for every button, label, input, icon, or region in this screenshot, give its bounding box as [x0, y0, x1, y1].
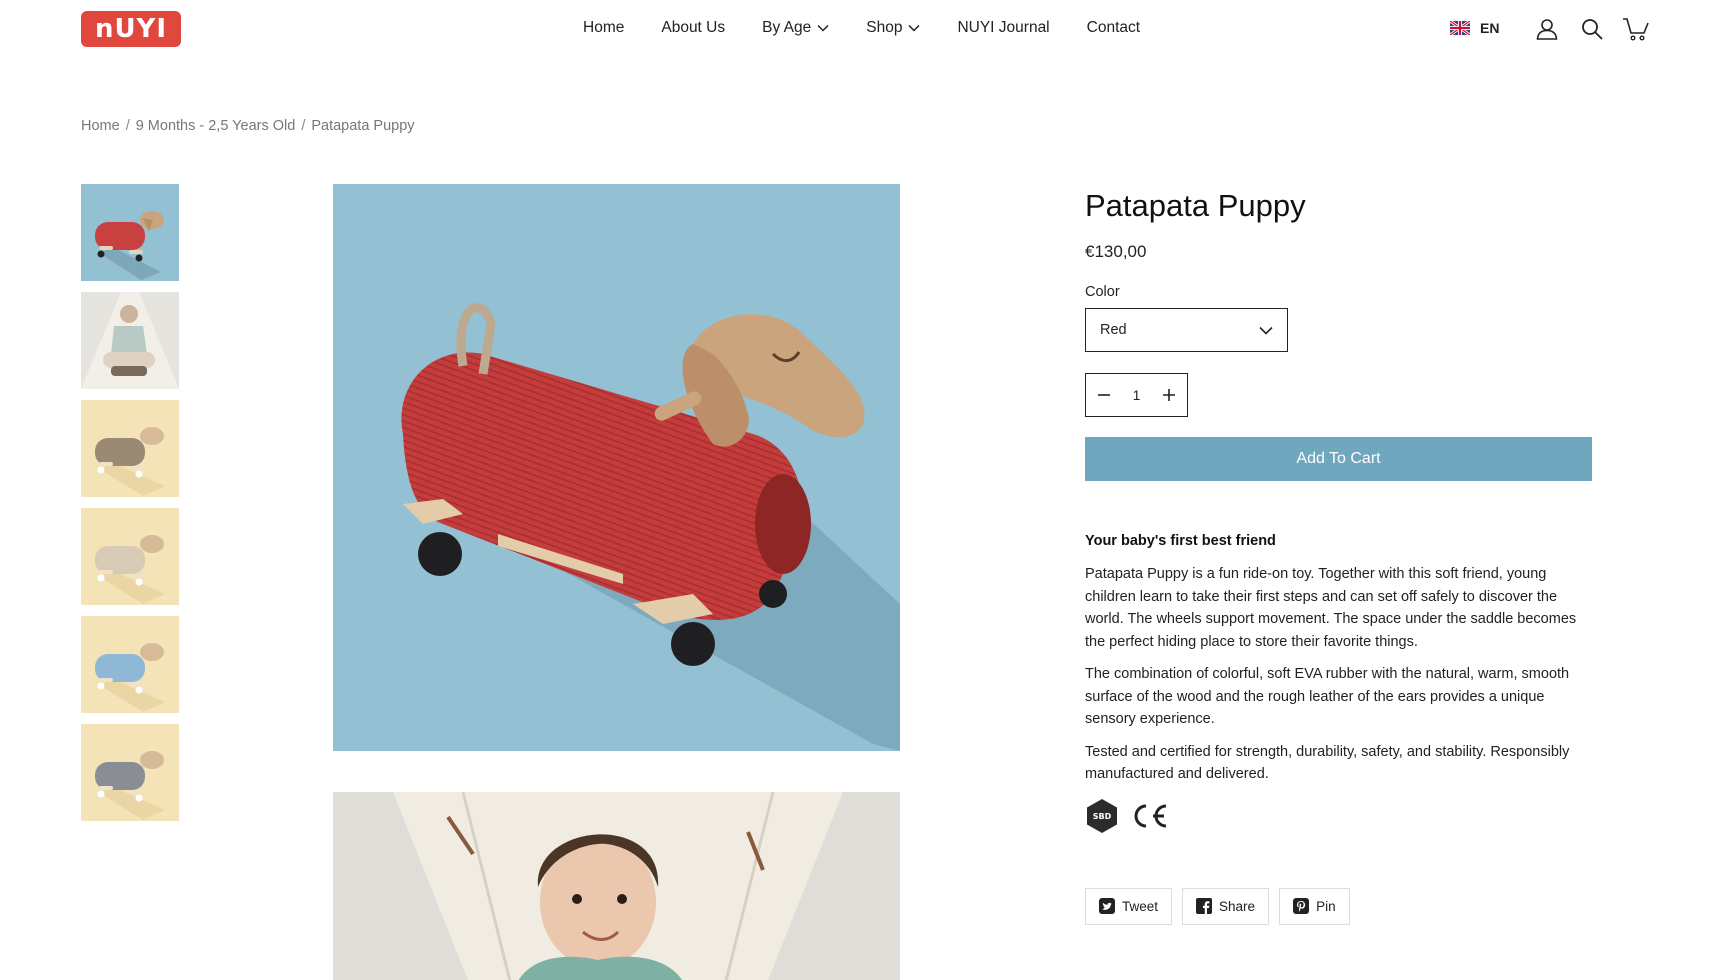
description-paragraph: Patapata Puppy is a fun ride-on toy. Tog…: [1085, 566, 1577, 650]
nav-journal[interactable]: NUYI Journal: [957, 19, 1049, 37]
product-title: Patapata Puppy: [1085, 188, 1306, 223]
nav-contact-label: Contact: [1086, 19, 1141, 36]
thumbnail-red[interactable]: [81, 184, 179, 281]
logo-text: nUYI: [94, 14, 168, 44]
thumbnail-blue[interactable]: [81, 616, 179, 713]
quantity-decrease-button[interactable]: [1094, 385, 1114, 405]
product-price: €130,00: [1085, 242, 1147, 261]
chevron-down-icon: [908, 24, 920, 32]
main-product-image[interactable]: [333, 184, 900, 751]
description-heading: Your baby's first best friend: [1085, 533, 1276, 549]
facebook-share-button[interactable]: Share: [1182, 887, 1270, 925]
pinterest-icon: [1293, 898, 1310, 914]
tweet-button[interactable]: Tweet: [1085, 887, 1173, 925]
twitter-icon: [1099, 898, 1115, 914]
breadcrumb-category[interactable]: 9 Months - 2,5 Years Old: [136, 118, 296, 134]
nav-journal-label: NUYI Journal: [957, 19, 1050, 36]
nav-shop[interactable]: Shop: [866, 19, 920, 37]
sbd-certification-icon: SBD: [1087, 798, 1117, 833]
certifications: SBD CE: [1085, 798, 1593, 834]
account-icon[interactable]: [1535, 17, 1559, 41]
breadcrumb: Home / 9 Months - 2,5 Years Old / Patapa…: [81, 118, 415, 134]
secondary-product-image[interactable]: [333, 792, 900, 980]
color-select[interactable]: Red: [1085, 308, 1288, 352]
share-buttons: Tweet Share Pin: [1085, 887, 1593, 925]
color-select-value: Red: [1100, 322, 1127, 338]
ce-label: CE: [1129, 801, 1131, 802]
color-label: Color: [1085, 284, 1120, 300]
description-paragraph: The combination of colorful, soft EVA ru…: [1085, 666, 1570, 727]
quantity-value[interactable]: 1: [1133, 387, 1141, 403]
breadcrumb-home[interactable]: Home: [81, 118, 120, 134]
cart-icon[interactable]: [1622, 17, 1650, 41]
nav-about-us-label: About Us: [661, 19, 726, 36]
pin-label: Pin: [1316, 898, 1336, 914]
nav-contact[interactable]: Contact: [1087, 19, 1140, 37]
add-to-cart-button[interactable]: Add To Cart: [1085, 437, 1592, 481]
uk-flag-icon: [1450, 21, 1470, 35]
ce-mark-icon: CE: [1129, 801, 1167, 827]
product-description: Your baby's first best friend Patapata P…: [1085, 533, 1593, 786]
tweet-label: Tweet: [1122, 898, 1159, 914]
nav-about-us[interactable]: About Us: [661, 19, 725, 37]
share-label: Share: [1219, 898, 1256, 914]
language-label: EN: [1480, 20, 1500, 36]
quantity-increase-button[interactable]: [1159, 385, 1179, 405]
thumbnail-grey[interactable]: [81, 724, 179, 821]
nav-by-age[interactable]: By Age: [762, 19, 829, 37]
plus-icon: [1162, 389, 1175, 401]
thumbnail-lifestyle[interactable]: [81, 292, 179, 389]
product-info: Patapata Puppy €130,00 Color Red 1 Add T…: [1085, 184, 1593, 925]
description-paragraph: Tested and certified for strength, durab…: [1085, 743, 1570, 783]
breadcrumb-separator: /: [301, 118, 306, 134]
nav-by-age-label: By Age: [762, 19, 812, 36]
facebook-icon: [1196, 898, 1213, 914]
thumbnail-brown[interactable]: [81, 400, 179, 497]
nav-shop-label: Shop: [866, 19, 903, 36]
sbd-label: SBD: [1093, 812, 1112, 821]
chevron-down-icon: [1259, 326, 1273, 335]
search-icon[interactable]: [1580, 17, 1604, 41]
pinterest-button[interactable]: Pin: [1279, 887, 1350, 925]
brand-logo[interactable]: nUYI: [81, 11, 181, 47]
minus-icon: [1098, 394, 1110, 396]
breadcrumb-separator: /: [125, 118, 130, 134]
thumbnail-beige[interactable]: [81, 508, 179, 605]
nav-home[interactable]: Home: [583, 19, 624, 37]
breadcrumb-current: Patapata Puppy: [311, 118, 415, 134]
nav-home-label: Home: [583, 19, 625, 36]
language-selector[interactable]: EN: [1450, 20, 1499, 36]
main-nav: Home About Us By Age Shop NUYI Journal C…: [583, 19, 1140, 37]
quantity-stepper: 1: [1085, 373, 1188, 417]
site-header: nUYI Home About Us By Age Shop NUYI Jour…: [0, 0, 1710, 60]
thumbnail-gallery: [81, 184, 179, 832]
chevron-down-icon: [817, 24, 829, 32]
